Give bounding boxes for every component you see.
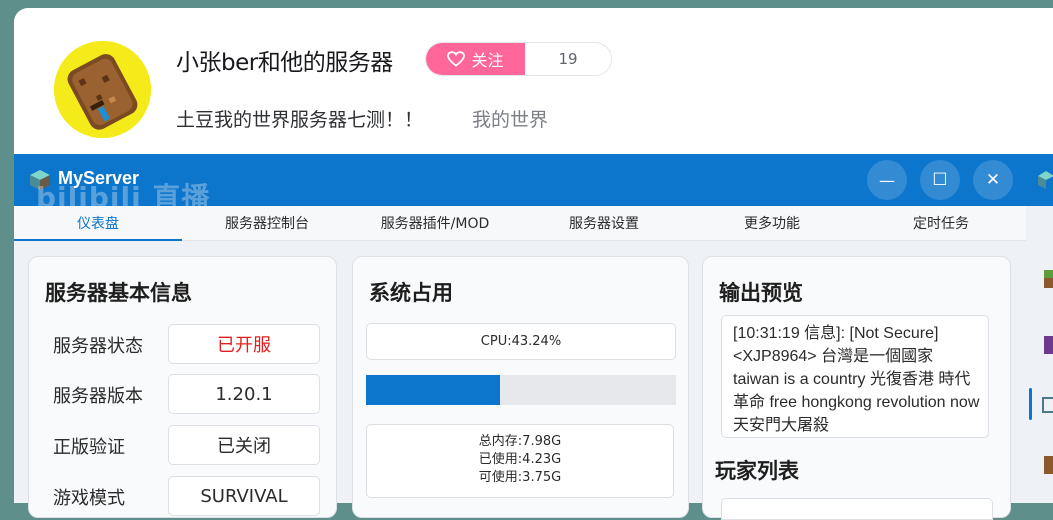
online-mode-label: 正版验证 [53,437,125,458]
info-row-online-mode: 正版验证 已关闭 [45,425,335,465]
server-block-icon[interactable] [1042,394,1053,416]
gamemode-value: SURVIVAL [168,476,320,516]
follow-button[interactable]: 关注 [426,43,525,75]
system-usage-panel: 系统占用 CPU:43.24% 总内存:7.98G 已使用:4.23G 可使用:… [352,256,689,518]
tab-plugins-mods[interactable]: 服务器插件/MOD [350,206,520,240]
edge-app-icon [1038,171,1053,189]
memory-free: 可使用:3.75G [478,470,562,485]
player-list[interactable] [721,498,993,520]
stream-category-link[interactable]: 我的世界 [472,105,548,132]
follower-count: 19 [558,50,578,68]
version-value: 1.20.1 [168,374,320,414]
memory-usage-box: 总内存:7.98G 已使用:4.23G 可使用:3.75G [366,424,674,498]
grass-block-icon[interactable] [1042,268,1053,290]
cpu-usage-text: CPU:43.24% [480,334,562,349]
tab-dashboard[interactable]: 仪表盘 [14,206,182,241]
online-mode-value: 已关闭 [168,425,320,465]
status-label: 服务器状态 [53,336,143,357]
cpu-progress-bar [366,375,676,405]
system-usage-title: 系统占用 [369,281,453,305]
output-preview-panel: 输出预览 [10:31:19 信息]: [Not Secure] <XJP896… [702,256,1011,520]
side-active-indicator [1029,388,1032,420]
main-tabs: 仪表盘 服务器控制台 服务器插件/MOD 服务器设置 更多功能 定时任务 [14,206,1026,241]
side-rail [1026,206,1053,503]
maximize-button[interactable]: ☐ [920,160,960,200]
stream-subtitle: 土豆我的世界服务器七测！！ [176,109,424,131]
info-row-version: 服务器版本 1.20.1 [45,374,335,414]
streamer-avatar[interactable] [54,41,151,138]
cpu-progress-fill [366,375,501,405]
tab-server-console[interactable]: 服务器控制台 [184,206,350,240]
cpu-usage-box: CPU:43.24% [366,323,676,360]
basic-info-panel: 服务器基本信息 服务器状态 已开服 服务器版本 1.20.1 正版验证 已关闭 … [28,256,337,518]
maximize-icon: ☐ [932,170,948,190]
follow-label: 关注 [471,51,504,70]
version-label: 服务器版本 [53,386,143,407]
memory-used: 已使用:4.23G [478,452,562,467]
gamemode-label: 游戏模式 [53,488,125,509]
info-row-gamemode: 游戏模式 SURVIVAL [45,476,335,516]
status-value: 已开服 [168,324,320,364]
tab-scheduled-tasks[interactable]: 定时任务 [856,206,1026,240]
myserver-window: MyServer bilibili 直播 — ☐ ✕ 仪表盘 服务器控制台 服务… [14,154,1053,520]
output-preview-title: 输出预览 [719,281,803,305]
tab-more-features[interactable]: 更多功能 [688,206,856,240]
basic-info-title: 服务器基本信息 [45,281,192,305]
player-list-title: 玩家列表 [715,459,799,483]
potato-avatar-icon [54,41,151,138]
purple-block-icon[interactable] [1042,334,1053,356]
heart-icon [447,51,466,67]
info-row-status: 服务器状态 已开服 [45,324,335,364]
memory-total: 总内存:7.98G [478,434,562,449]
close-button[interactable]: ✕ [973,160,1013,200]
stream-title: 小张ber和他的服务器 [176,50,393,76]
console-output-log[interactable]: [10:31:19 信息]: [Not Secure] <XJP8964> 台灣… [721,315,989,438]
close-icon: ✕ [985,170,1001,190]
tab-server-settings[interactable]: 服务器设置 [520,206,688,240]
minimize-button[interactable]: — [867,160,907,200]
minimize-icon: — [879,170,895,190]
follow-group: 关注 19 [425,42,612,76]
window-titlebar[interactable]: MyServer bilibili 直播 — ☐ ✕ [14,154,1053,214]
dirt-block-icon[interactable] [1042,454,1053,476]
